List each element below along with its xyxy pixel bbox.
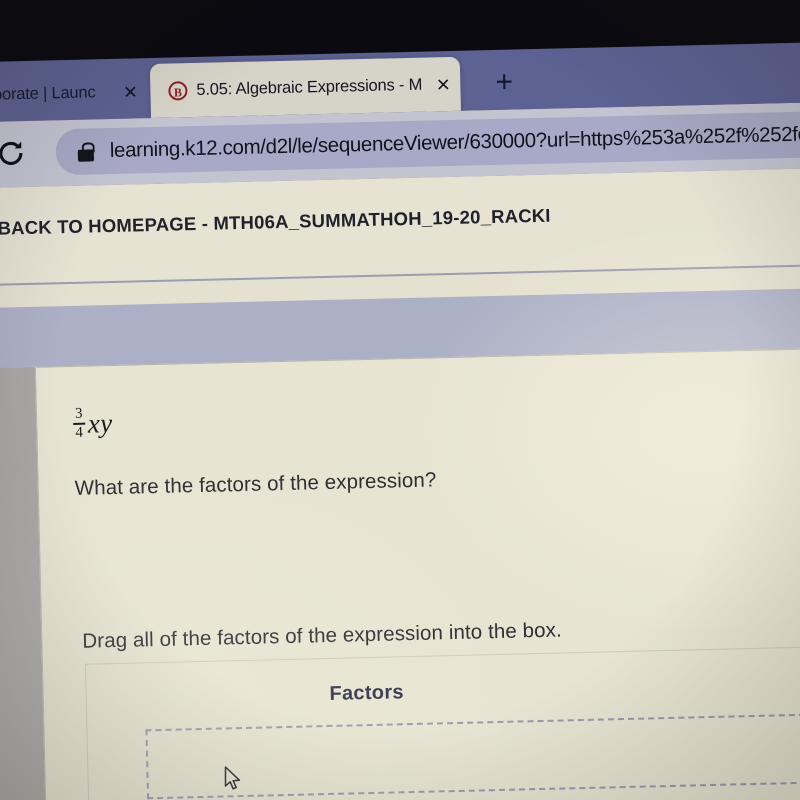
fraction-three-fourths: 3 4 bbox=[73, 405, 85, 442]
browser-tab-collaborate[interactable]: Collaborate | Launc × bbox=[0, 64, 149, 124]
screen-content: Collaborate | Launc × B 5.05: Algebraic … bbox=[0, 0, 800, 800]
fraction-numerator: 3 bbox=[74, 405, 83, 422]
tab-title: 5.05: Algebraic Expressions - M bbox=[196, 75, 423, 99]
math-expression: 3 4 xy bbox=[73, 406, 113, 441]
b-circle-icon: B bbox=[168, 80, 188, 101]
question-card: 3 4 xy What are the factors of the expre… bbox=[34, 346, 800, 800]
address-bar[interactable]: learning.k12.com/d2l/le/sequenceViewer/6… bbox=[55, 109, 800, 176]
reload-icon[interactable] bbox=[0, 138, 26, 169]
lock-icon bbox=[77, 141, 95, 162]
close-icon[interactable]: × bbox=[113, 78, 148, 104]
factors-panel: Factors bbox=[84, 644, 800, 800]
fraction-denominator: 4 bbox=[75, 424, 84, 441]
page-viewport: BACK TO HOMEPAGE - MTH06A_SUMMATHOH_19-2… bbox=[0, 166, 800, 800]
close-icon[interactable]: × bbox=[426, 70, 461, 96]
question-prompt: What are the factors of the expression? bbox=[74, 468, 437, 500]
drag-instruction: Drag all of the factors of the expressio… bbox=[82, 618, 563, 653]
url-text: learning.k12.com/d2l/le/sequenceViewer/6… bbox=[109, 122, 800, 162]
new-tab-button[interactable]: + bbox=[484, 63, 525, 104]
browser-tab-algebraic-expressions[interactable]: B 5.05: Algebraic Expressions - M × bbox=[149, 56, 461, 119]
photographed-screen: Collaborate | Launc × B 5.05: Algebraic … bbox=[0, 0, 800, 800]
tab-title: Collaborate | Launc bbox=[0, 82, 96, 105]
breadcrumb[interactable]: BACK TO HOMEPAGE - MTH06A_SUMMATHOH_19-2… bbox=[0, 205, 551, 240]
expression-variables: xy bbox=[87, 407, 114, 439]
arrow-cursor-icon bbox=[224, 766, 244, 794]
factors-label: Factors bbox=[329, 681, 405, 705]
